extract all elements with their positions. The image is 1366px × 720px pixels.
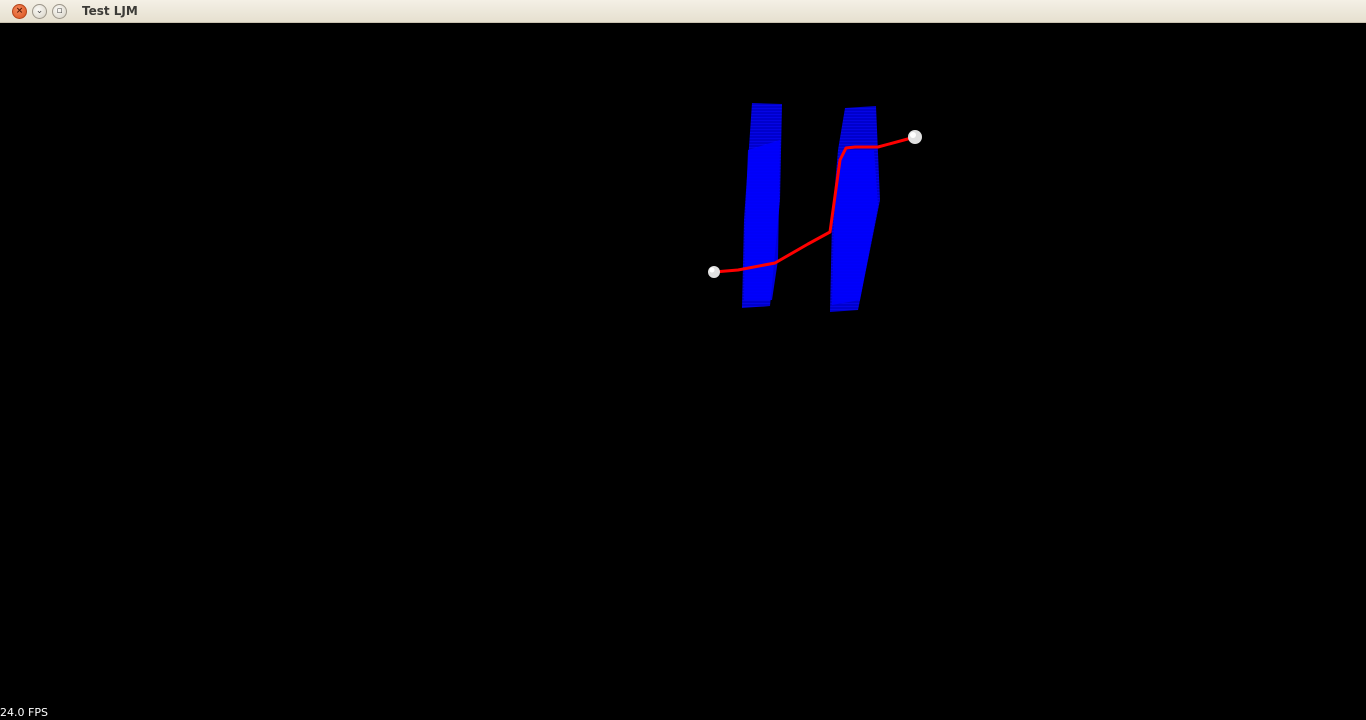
- application-window: × ⌄ ▫ Test LJM 24.0 FPS: [0, 0, 1366, 720]
- molecule-left-slab: [742, 103, 782, 308]
- close-icon: ×: [15, 6, 24, 16]
- scene-canvas[interactable]: [0, 23, 1366, 720]
- title-bar[interactable]: × ⌄ ▫ Test LJM: [0, 0, 1366, 23]
- window-title: Test LJM: [82, 4, 138, 18]
- maximize-window-button[interactable]: ▫: [52, 4, 67, 19]
- fps-counter: 24.0 FPS: [0, 706, 48, 719]
- molecule-right-slab: [830, 106, 880, 312]
- minimize-icon: ⌄: [35, 6, 44, 16]
- maximize-icon: ▫: [56, 6, 63, 16]
- path-end-node: [908, 130, 922, 144]
- 3d-viewport[interactable]: 24.0 FPS: [0, 23, 1366, 720]
- close-window-button[interactable]: ×: [12, 4, 27, 19]
- minimize-window-button[interactable]: ⌄: [32, 4, 47, 19]
- path-start-node: [708, 266, 720, 278]
